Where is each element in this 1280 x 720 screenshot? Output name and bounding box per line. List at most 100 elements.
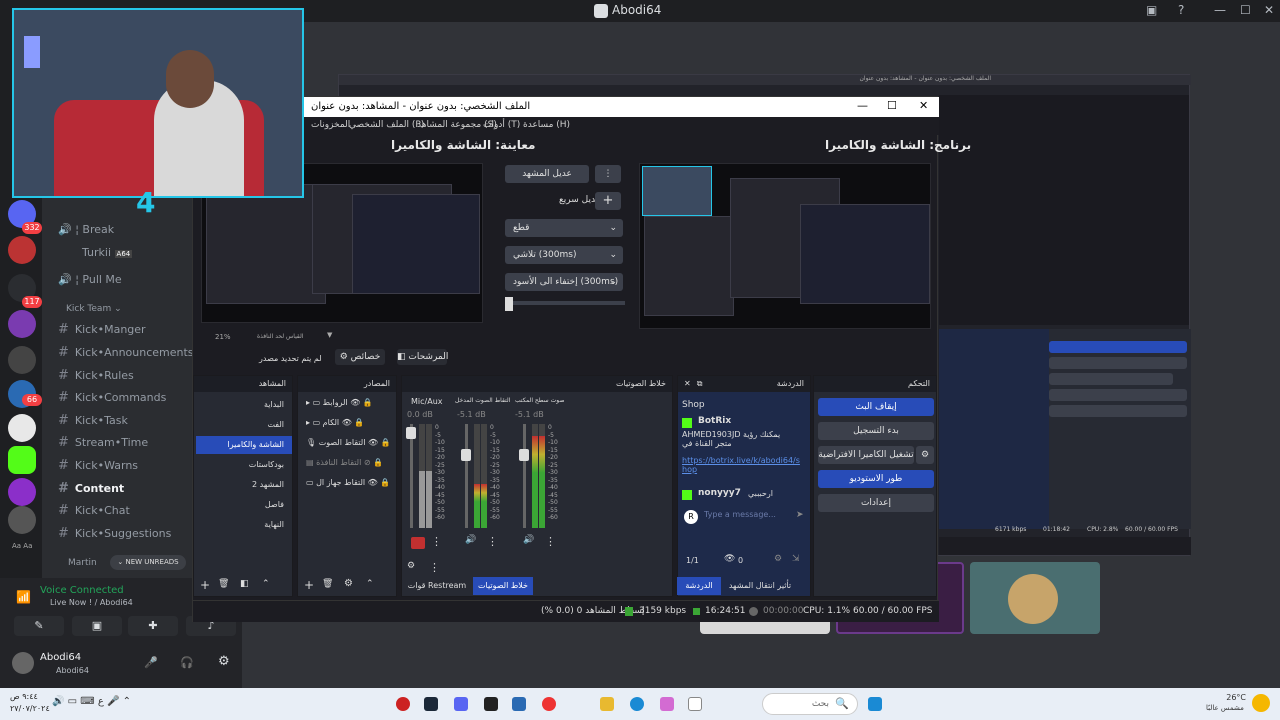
- close-icon[interactable]: ✕: [684, 379, 691, 388]
- app-icon[interactable]: [660, 697, 674, 711]
- source-settings-icon[interactable]: ⚙: [344, 578, 353, 589]
- minimize-button[interactable]: —: [1214, 3, 1226, 17]
- folder-icon[interactable]: [600, 697, 614, 711]
- back-studio-button[interactable]: [1049, 389, 1187, 401]
- activities-button[interactable]: ✚: [128, 616, 178, 636]
- scene-item[interactable]: المشهد 2: [196, 476, 292, 494]
- search-bar[interactable]: 🔍 بحث: [762, 693, 858, 715]
- clock[interactable]: ٩:٤٤ ص ٢٧/٠٧/٢٠٢٤: [10, 691, 50, 715]
- text-channel[interactable]: # Kick•Warns: [58, 458, 138, 473]
- scene-item[interactable]: بودكاستات: [196, 456, 292, 474]
- lock-icon[interactable]: 🔒: [363, 398, 373, 407]
- scene-item[interactable]: فاصل: [196, 496, 292, 514]
- eye-hidden-icon[interactable]: ⊘: [364, 458, 371, 467]
- server-icon[interactable]: [8, 310, 36, 338]
- app-icon[interactable]: [484, 697, 498, 711]
- tab-audio-mixer[interactable]: خلاط الصوتيات: [473, 577, 533, 595]
- volume-slider[interactable]: [410, 424, 413, 528]
- virtual-camera-settings-button[interactable]: ⚙: [916, 446, 934, 464]
- move-up-icon[interactable]: ⌃: [366, 579, 374, 589]
- back-stop-stream-button[interactable]: [1049, 341, 1187, 353]
- zoom-level[interactable]: 21%: [215, 333, 231, 341]
- zoom-label[interactable]: القياس لحد النافذة: [257, 333, 303, 340]
- server-icon[interactable]: [8, 236, 36, 264]
- chat-username[interactable]: nonyyy7: [698, 488, 741, 498]
- text-channel[interactable]: # Kick•Commands: [58, 390, 166, 405]
- maximize-button[interactable]: ☐: [1240, 3, 1251, 17]
- mixer-options-icon[interactable]: ⋮: [487, 535, 498, 548]
- text-channel[interactable]: # Kick•Chat: [58, 503, 130, 518]
- exit-icon[interactable]: ⇲: [792, 554, 800, 564]
- category-kick-team[interactable]: Kick Team ⌄: [66, 304, 122, 314]
- obs-minimize-button[interactable]: —: [857, 99, 868, 112]
- chat-input[interactable]: Type a message...: [704, 510, 804, 524]
- chat-username[interactable]: BotRix: [698, 416, 731, 426]
- filters-button[interactable]: ◧ المرشحات: [397, 349, 448, 365]
- add-scene-button[interactable]: +: [200, 578, 210, 592]
- gear-icon[interactable]: ⚙: [218, 654, 230, 669]
- volume-slider-handle[interactable]: [406, 427, 416, 439]
- server-icon[interactable]: [8, 346, 36, 374]
- weather[interactable]: 26°C: [1222, 692, 1246, 703]
- camera-off-button[interactable]: ✎: [14, 616, 64, 636]
- user-martin[interactable]: Martin: [68, 558, 97, 568]
- chrome-icon[interactable]: [542, 697, 556, 711]
- scene-item-active[interactable]: الشاشة والكاميرا: [196, 436, 292, 454]
- text-channel[interactable]: # Kick•Announcements: [58, 345, 194, 360]
- menu-docks[interactable]: المخزونات: [311, 120, 350, 130]
- mic-muted-icon[interactable]: [411, 537, 425, 549]
- tab-restream[interactable]: قوات Restream: [405, 577, 469, 595]
- volume-slider[interactable]: [523, 424, 526, 528]
- settings-button[interactable]: إعدادات: [818, 494, 934, 512]
- text-channel[interactable]: # Kick•Suggestions: [58, 526, 171, 541]
- tab-scene-transitions[interactable]: تأثير انتقال المشهد: [727, 577, 793, 595]
- back-record-button[interactable]: [1049, 357, 1187, 369]
- tab-chat[interactable]: الدردشة: [677, 577, 721, 595]
- gear-icon[interactable]: ⚙: [774, 554, 782, 564]
- voice-channel-name[interactable]: Live Now ! / Abodi64: [50, 598, 133, 607]
- text-channel[interactable]: # Kick•Task: [58, 413, 128, 428]
- help-icon[interactable]: ?: [1178, 3, 1184, 17]
- language-toggle[interactable]: Aa Aa: [12, 542, 32, 550]
- audio-settings-icon[interactable]: ⚙: [407, 561, 415, 571]
- voice-channel[interactable]: 🔊 ¦ Break: [58, 223, 114, 236]
- fade-to-black-select[interactable]: ⌄ إختفاء الى الأسود (300ms): [505, 273, 623, 291]
- properties-button[interactable]: ⚙ خصائص: [335, 349, 385, 365]
- menu-tools[interactable]: أدوات (T): [483, 120, 520, 130]
- source-item[interactable]: ▤ التقاط النافذة ⊘ 🔒: [306, 458, 394, 474]
- screen-share-button[interactable]: ▣: [72, 616, 122, 636]
- scene-item[interactable]: البداية: [196, 396, 292, 414]
- studio-mode-button[interactable]: طور الاستوديو: [818, 470, 934, 488]
- lock-icon[interactable]: 🔒: [380, 478, 390, 487]
- lock-icon[interactable]: 🔒: [373, 458, 383, 467]
- fade-transition-select[interactable]: ⌄ تلاشي (300ms): [505, 246, 623, 264]
- cut-transition-select[interactable]: ⌄ قطع: [505, 219, 623, 237]
- mixer-menu-icon[interactable]: ⋮: [429, 561, 440, 574]
- scene-item[interactable]: النهاية: [196, 516, 292, 534]
- app-icon[interactable]: [396, 697, 410, 711]
- app-icon[interactable]: [512, 697, 526, 711]
- popout-icon[interactable]: ⧉: [697, 379, 703, 388]
- source-item[interactable]: ▸ ▭ الروابط 👁 🔒: [306, 398, 394, 414]
- chat-link[interactable]: https://botrix.live/k/abodi64/shop: [682, 456, 802, 474]
- server-icon[interactable]: [8, 478, 36, 506]
- lock-icon[interactable]: 🔒: [381, 438, 391, 447]
- edit-scene-button[interactable]: عديل المشهد: [505, 165, 589, 183]
- eye-icon[interactable]: 👁: [342, 418, 352, 427]
- add-quick-transition-button[interactable]: +: [595, 192, 621, 210]
- mixer-options-icon[interactable]: ⋮: [431, 535, 442, 548]
- send-icon[interactable]: ➤: [796, 510, 804, 520]
- microphone-icon[interactable]: 🎤: [144, 656, 158, 669]
- t-bar-handle[interactable]: [505, 297, 513, 311]
- more-options-button[interactable]: ⋮: [595, 165, 621, 183]
- edge-icon[interactable]: [630, 697, 644, 711]
- lock-icon[interactable]: 🔒: [354, 418, 364, 427]
- speaker-icon[interactable]: 🔊: [523, 535, 534, 545]
- start-recording-button[interactable]: بدء التسجيل: [818, 422, 934, 440]
- mixer-options-icon[interactable]: ⋮: [545, 535, 556, 548]
- back-virtual-cam-button[interactable]: [1049, 373, 1173, 385]
- speaker-icon[interactable]: 🔊: [465, 535, 476, 545]
- text-channel[interactable]: # Kick•Manger: [58, 322, 146, 337]
- text-channel[interactable]: # Content: [58, 481, 124, 496]
- text-channel[interactable]: # Kick•Rules: [58, 368, 134, 383]
